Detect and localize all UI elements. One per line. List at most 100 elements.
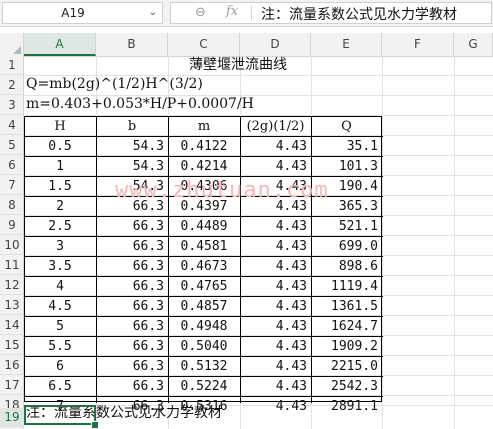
formula-input-area[interactable]: ⊖ fx 注：流量系数公式见水力学教材 [170,2,492,24]
row-header-10[interactable]: 10 [0,236,24,255]
column-header-d[interactable]: D [240,33,311,56]
cell-h[interactable]: 1.5 [24,177,96,196]
cell-b[interactable]: 54.3 [96,177,168,196]
cell-2g[interactable]: 4.43 [240,157,311,176]
column-header-g[interactable]: G [454,33,493,56]
row-header-5[interactable]: 5 [0,136,24,155]
header-2g[interactable]: (2g)(1/2) [240,117,311,136]
cell-m[interactable]: 0.4306 [168,177,240,196]
cell-b[interactable]: 66.3 [96,377,168,396]
cell-q[interactable]: 521.1 [311,217,382,236]
cell-2g[interactable]: 4.43 [240,277,311,296]
cell-m[interactable]: 0.5040 [168,337,240,356]
cell-2g[interactable]: 4.43 [240,357,311,376]
cell-h[interactable]: 5.5 [24,337,96,356]
cell-m[interactable]: 0.4214 [168,157,240,176]
row-header-11[interactable]: 11 [0,256,24,275]
cell-b[interactable]: 54.3 [96,137,168,156]
cell-2g[interactable]: 4.43 [240,337,311,356]
select-all-button[interactable] [0,33,24,56]
cell-m[interactable]: 0.4489 [168,217,240,236]
zoom-icon[interactable]: ⊖ [195,5,206,20]
cell-m[interactable]: 0.4765 [168,277,240,296]
cell-q[interactable]: 898.6 [311,257,382,276]
formula-m-text[interactable]: m=0.403+0.053*H/P+0.0007/H [26,96,254,112]
formula-q-text[interactable]: Q=mb(2g)^(1/2)H^(3/2) [26,76,203,92]
cell-b[interactable]: 66.3 [96,337,168,356]
row-header-19[interactable]: 19 [0,408,24,427]
cell-2g[interactable]: 4.43 [240,257,311,276]
chevron-down-icon[interactable]: ⌄ [149,7,157,18]
cell-q[interactable]: 699.0 [311,237,382,256]
cell-q[interactable]: 35.1 [311,137,382,156]
cell-2g[interactable]: 4.43 [240,137,311,156]
column-header-a[interactable]: A [24,33,96,56]
name-box-value[interactable]: A19 [3,6,143,20]
row-header-1[interactable]: 1 [0,56,24,75]
cell-m[interactable]: 0.4397 [168,197,240,216]
cell-m[interactable]: 0.4857 [168,297,240,316]
cell-b[interactable]: 66.3 [96,357,168,376]
cell-b[interactable]: 66.3 [96,317,168,336]
fill-handle[interactable] [91,421,99,429]
cell-h[interactable]: 1 [24,157,96,176]
cell-q[interactable]: 2542.3 [311,377,382,396]
cell-q[interactable]: 1361.5 [311,297,382,316]
cell-b[interactable]: 66.3 [96,297,168,316]
cell-b[interactable]: 66.3 [96,237,168,256]
row-header-15[interactable]: 15 [0,336,24,355]
row-header-9[interactable]: 9 [0,216,24,235]
cell-m[interactable]: 0.5224 [168,377,240,396]
row-header-17[interactable]: 17 [0,376,24,395]
cell-q[interactable]: 2891.1 [311,397,382,416]
row-header-14[interactable]: 14 [0,316,24,335]
cell-q[interactable]: 190.4 [311,177,382,196]
cell-h[interactable]: 6 [24,357,96,376]
cell-m[interactable]: 0.4581 [168,237,240,256]
cell-m[interactable]: 0.4673 [168,257,240,276]
cell-2g[interactable]: 4.43 [240,197,311,216]
cell-2g[interactable]: 4.43 [240,397,311,416]
cell-q[interactable]: 2215.0 [311,357,382,376]
header-b[interactable]: b [96,117,168,136]
cell-h[interactable]: 2 [24,197,96,216]
cell-h[interactable]: 6.5 [24,377,96,396]
cell-2g[interactable]: 4.43 [240,317,311,336]
row-header-7[interactable]: 7 [0,176,24,195]
row-header-8[interactable]: 8 [0,196,24,215]
cell-h[interactable]: 4 [24,277,96,296]
cell-h[interactable]: 4.5 [24,297,96,316]
cell-h[interactable]: 5 [24,317,96,336]
column-header-f[interactable]: F [382,33,454,56]
row-header-12[interactable]: 12 [0,276,24,295]
cell-m[interactable]: 0.4948 [168,317,240,336]
column-header-e[interactable]: E [311,33,382,56]
cell-h[interactable]: 0.5 [24,137,96,156]
header-q[interactable]: Q [311,117,382,136]
header-h[interactable]: H [24,117,96,136]
cell-q[interactable]: 365.3 [311,197,382,216]
cell-2g[interactable]: 4.43 [240,217,311,236]
cell-h[interactable]: 2.5 [24,217,96,236]
cell-q[interactable]: 1624.7 [311,317,382,336]
row-header-3[interactable]: 3 [0,96,24,115]
cell-2g[interactable]: 4.43 [240,177,311,196]
cell-q[interactable]: 1119.4 [311,277,382,296]
cell-b[interactable]: 66.3 [96,277,168,296]
fx-icon[interactable]: fx [226,4,238,19]
column-header-c[interactable]: C [168,33,240,56]
row-header-13[interactable]: 13 [0,296,24,315]
cell-b[interactable]: 66.3 [96,217,168,236]
cell-h[interactable]: 3.5 [24,257,96,276]
row-header-6[interactable]: 6 [0,156,24,175]
header-m[interactable]: m [168,117,240,136]
cell-q[interactable]: 101.3 [311,157,382,176]
column-header-b[interactable]: B [96,33,168,56]
formula-input[interactable]: 注：流量系数公式见水力学教材 [261,4,457,24]
sheet-title[interactable]: 薄壁堰泄流曲线 [96,56,380,75]
cell-m[interactable]: 0.4122 [168,137,240,156]
cell-b[interactable]: 54.3 [96,157,168,176]
row-header-4[interactable]: 4 [0,116,24,135]
cell-q[interactable]: 1909.2 [311,337,382,356]
cell-2g[interactable]: 4.43 [240,377,311,396]
